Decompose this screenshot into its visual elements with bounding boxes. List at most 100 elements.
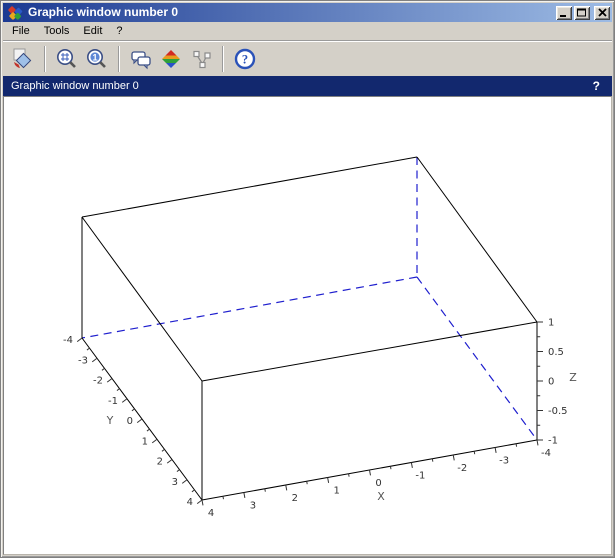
y-axis-minor-tick <box>87 348 90 350</box>
x-axis-tick-label: -3 <box>499 456 509 467</box>
zoom-area-icon <box>55 47 79 71</box>
y-axis-tick <box>92 358 97 362</box>
plot-3d-box: -4-3-2-10123443210-1-2-3-4-1-0.500.51XYZ <box>4 97 611 554</box>
y-axis-minor-tick <box>132 409 135 411</box>
y-axis-tick <box>107 379 112 383</box>
svg-text:?: ? <box>242 52 248 66</box>
color-diamond-icon <box>159 47 183 71</box>
help-button[interactable]: ? <box>231 45 259 73</box>
x-axis-tick <box>537 440 538 445</box>
y-axis-tick <box>152 439 157 443</box>
x-axis-tick-label: -1 <box>415 471 425 482</box>
x-axis-tick <box>202 500 203 505</box>
y-axis-tick-label: 3 <box>172 477 178 488</box>
z-axis-tick-label: -1 <box>548 436 558 447</box>
y-axis-tick-label: 0 <box>127 416 133 427</box>
box-edge-hidden <box>417 277 537 440</box>
toolbar: 1 <box>3 40 612 76</box>
original-view-button[interactable]: 1 <box>83 45 111 73</box>
x-axis-minor-tick <box>390 466 391 469</box>
x-axis-minor-tick <box>516 444 517 447</box>
x-axis-tick <box>495 448 496 453</box>
y-axis-tick-label: 1 <box>142 436 148 447</box>
x-axis-tick-label: -4 <box>541 448 551 459</box>
y-axis-tick-label: -4 <box>63 335 73 346</box>
z-axis-tick-label: -0.5 <box>548 406 568 417</box>
info-bar-help[interactable]: ? <box>593 79 600 93</box>
x-axis-tick-label: -2 <box>457 463 467 474</box>
toolbar-separator <box>222 46 224 72</box>
y-axis-tick <box>77 338 82 342</box>
y-axis-minor-tick <box>102 368 105 370</box>
x-axis-minor-tick <box>265 489 266 492</box>
y-axis-tick-label: -3 <box>78 355 88 366</box>
zoom-area-button[interactable] <box>53 45 81 73</box>
x-axis-tick-label: 0 <box>375 478 381 489</box>
box-edge <box>417 157 537 322</box>
rotate-button[interactable] <box>9 45 37 73</box>
x-axis-tick-label: 1 <box>333 486 339 497</box>
menu-tools[interactable]: Tools <box>37 23 77 39</box>
x-axis-tick <box>370 470 371 475</box>
maximize-button[interactable] <box>574 6 590 20</box>
menu-file[interactable]: File <box>5 23 37 39</box>
datatips-button[interactable] <box>187 45 215 73</box>
graphic-window: Graphic window number 0 File Tools Edit … <box>0 0 615 558</box>
x-axis-tick-label: 3 <box>250 501 256 512</box>
graphics-editor-icon <box>129 47 153 71</box>
y-axis-minor-tick <box>162 449 165 451</box>
y-axis-tick-label: -2 <box>93 376 103 387</box>
x-axis-tick-label: 4 <box>208 508 214 519</box>
x-axis-tick <box>328 478 329 483</box>
box-edge <box>82 217 202 381</box>
datatips-icon <box>189 47 213 71</box>
x-axis-label: X <box>377 490 385 503</box>
y-axis-minor-tick <box>192 490 195 492</box>
y-axis-tick <box>197 500 202 504</box>
z-axis-tick-label: 0 <box>548 377 554 388</box>
title-bar[interactable]: Graphic window number 0 <box>3 3 612 22</box>
x-axis-tick <box>286 485 287 490</box>
window-title: Graphic window number 0 <box>28 3 554 22</box>
y-axis-tick-label: 4 <box>187 497 193 508</box>
y-axis-tick <box>182 480 187 484</box>
plot-canvas[interactable]: -4-3-2-10123443210-1-2-3-4-1-0.500.51XYZ <box>3 96 612 555</box>
y-axis-minor-tick <box>117 389 120 391</box>
x-axis-tick-label: 2 <box>292 493 298 504</box>
original-view-icon: 1 <box>85 47 109 71</box>
x-axis-tick <box>453 455 454 460</box>
info-bar-text: Graphic window number 0 <box>11 80 139 92</box>
toolbar-separator <box>44 46 46 72</box>
box-edge <box>202 322 537 381</box>
graphics-editor-button[interactable] <box>127 45 155 73</box>
y-axis-tick <box>122 399 127 403</box>
y-axis-minor-tick <box>147 429 150 431</box>
help-icon: ? <box>233 47 257 71</box>
x-axis-minor-tick <box>432 459 433 462</box>
toolbar-separator <box>118 46 120 72</box>
menu-help[interactable]: ? <box>109 23 129 39</box>
scilab-app-icon <box>7 5 23 21</box>
z-axis-tick-label: 1 <box>548 318 554 329</box>
menu-edit[interactable]: Edit <box>76 23 109 39</box>
minimize-button[interactable] <box>556 6 572 20</box>
z-axis-label: Z <box>569 371 577 384</box>
y-axis-tick <box>137 419 142 423</box>
x-axis-minor-tick <box>349 474 350 477</box>
info-bar: Graphic window number 0 ? <box>3 76 612 96</box>
y-axis-minor-tick <box>177 470 180 472</box>
x-axis-minor-tick <box>474 451 475 454</box>
close-button[interactable] <box>594 6 610 20</box>
x-axis-tick <box>244 493 245 498</box>
menu-bar: File Tools Edit ? <box>3 22 612 40</box>
x-axis-tick <box>411 463 412 468</box>
box-edge <box>82 157 417 217</box>
y-axis-tick <box>167 460 172 464</box>
x-axis-minor-tick <box>223 496 224 499</box>
y-axis-tick-label: -1 <box>108 396 118 407</box>
y-axis-tick-label: 2 <box>157 457 163 468</box>
svg-text:1: 1 <box>92 52 97 62</box>
y-axis-label: Y <box>106 414 114 427</box>
color-diamond-button[interactable] <box>157 45 185 73</box>
x-axis-minor-tick <box>307 481 308 484</box>
